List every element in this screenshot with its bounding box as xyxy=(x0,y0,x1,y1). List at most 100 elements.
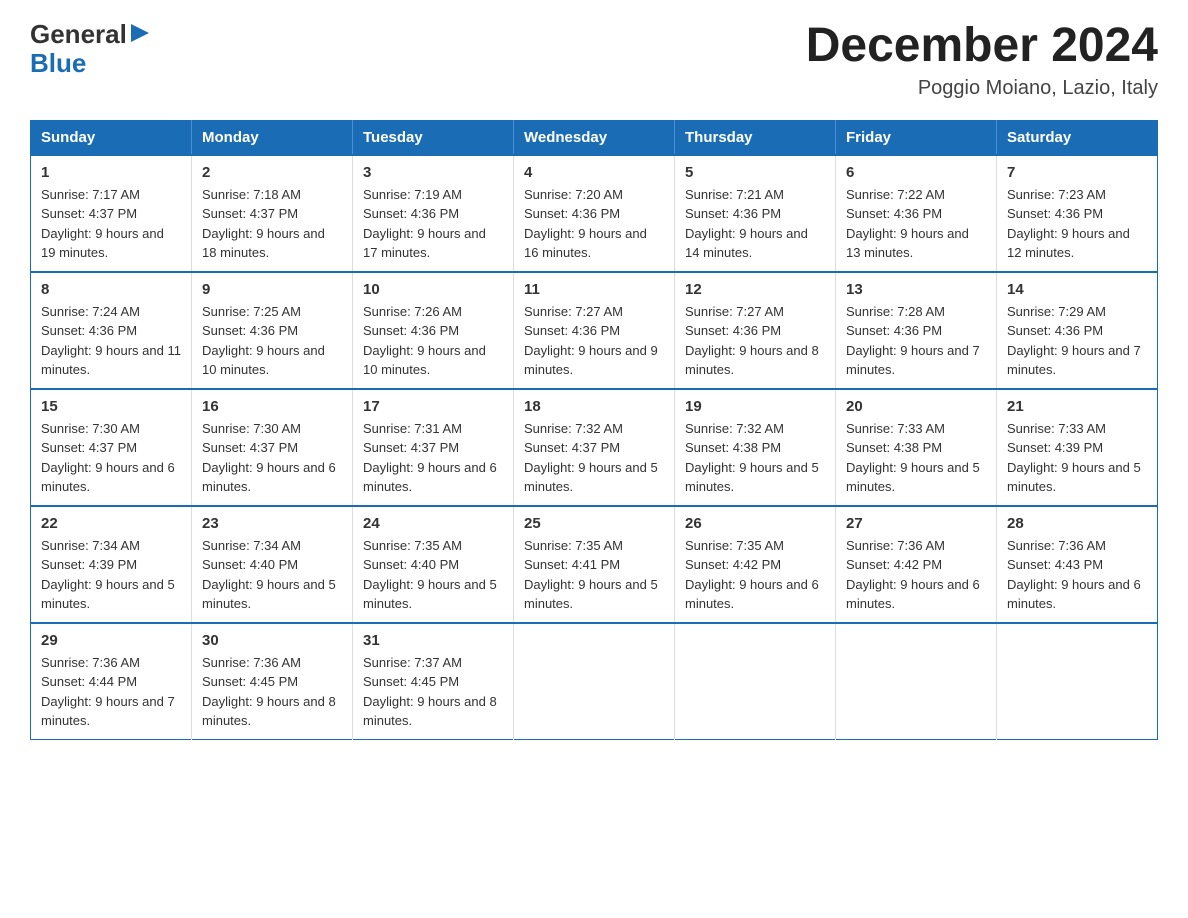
daylight-label: Daylight: 9 hours and 5 minutes. xyxy=(685,460,819,495)
day-info: Sunrise: 7:36 AM Sunset: 4:44 PM Dayligh… xyxy=(41,653,181,731)
day-info: Sunrise: 7:37 AM Sunset: 4:45 PM Dayligh… xyxy=(363,653,503,731)
calendar-cell: 7 Sunrise: 7:23 AM Sunset: 4:36 PM Dayli… xyxy=(997,155,1158,272)
day-info: Sunrise: 7:23 AM Sunset: 4:36 PM Dayligh… xyxy=(1007,185,1147,263)
daylight-label: Daylight: 9 hours and 6 minutes. xyxy=(846,577,980,612)
sunrise-label: Sunrise: 7:32 AM xyxy=(524,421,623,436)
sunrise-label: Sunrise: 7:26 AM xyxy=(363,304,462,319)
weekday-header-sunday: Sunday xyxy=(31,120,192,155)
daylight-label: Daylight: 9 hours and 5 minutes. xyxy=(363,577,497,612)
day-number: 16 xyxy=(202,398,342,415)
sunset-label: Sunset: 4:39 PM xyxy=(41,557,137,572)
sunset-label: Sunset: 4:36 PM xyxy=(685,323,781,338)
day-number: 7 xyxy=(1007,164,1147,181)
calendar-cell: 23 Sunrise: 7:34 AM Sunset: 4:40 PM Dayl… xyxy=(192,506,353,623)
day-number: 4 xyxy=(524,164,664,181)
sunset-label: Sunset: 4:36 PM xyxy=(363,323,459,338)
day-number: 19 xyxy=(685,398,825,415)
daylight-label: Daylight: 9 hours and 7 minutes. xyxy=(41,694,175,729)
sunrise-label: Sunrise: 7:32 AM xyxy=(685,421,784,436)
sunrise-label: Sunrise: 7:28 AM xyxy=(846,304,945,319)
sunrise-label: Sunrise: 7:19 AM xyxy=(363,187,462,202)
daylight-label: Daylight: 9 hours and 10 minutes. xyxy=(363,343,486,378)
daylight-label: Daylight: 9 hours and 14 minutes. xyxy=(685,226,808,261)
day-info: Sunrise: 7:31 AM Sunset: 4:37 PM Dayligh… xyxy=(363,419,503,497)
day-info: Sunrise: 7:30 AM Sunset: 4:37 PM Dayligh… xyxy=(41,419,181,497)
daylight-label: Daylight: 9 hours and 8 minutes. xyxy=(202,694,336,729)
day-number: 31 xyxy=(363,632,503,649)
calendar-week-row: 1 Sunrise: 7:17 AM Sunset: 4:37 PM Dayli… xyxy=(31,155,1158,272)
day-number: 21 xyxy=(1007,398,1147,415)
sunset-label: Sunset: 4:36 PM xyxy=(202,323,298,338)
day-info: Sunrise: 7:19 AM Sunset: 4:36 PM Dayligh… xyxy=(363,185,503,263)
sunrise-label: Sunrise: 7:33 AM xyxy=(1007,421,1106,436)
sunrise-label: Sunrise: 7:24 AM xyxy=(41,304,140,319)
day-number: 17 xyxy=(363,398,503,415)
sunrise-label: Sunrise: 7:17 AM xyxy=(41,187,140,202)
day-info: Sunrise: 7:28 AM Sunset: 4:36 PM Dayligh… xyxy=(846,302,986,380)
day-number: 23 xyxy=(202,515,342,532)
calendar-cell: 10 Sunrise: 7:26 AM Sunset: 4:36 PM Dayl… xyxy=(353,272,514,389)
daylight-label: Daylight: 9 hours and 6 minutes. xyxy=(1007,577,1141,612)
day-info: Sunrise: 7:33 AM Sunset: 4:38 PM Dayligh… xyxy=(846,419,986,497)
daylight-label: Daylight: 9 hours and 5 minutes. xyxy=(524,577,658,612)
sunset-label: Sunset: 4:38 PM xyxy=(685,440,781,455)
calendar-cell: 4 Sunrise: 7:20 AM Sunset: 4:36 PM Dayli… xyxy=(514,155,675,272)
day-number: 14 xyxy=(1007,281,1147,298)
sunset-label: Sunset: 4:36 PM xyxy=(524,323,620,338)
day-number: 2 xyxy=(202,164,342,181)
sunset-label: Sunset: 4:37 PM xyxy=(363,440,459,455)
calendar-cell: 29 Sunrise: 7:36 AM Sunset: 4:44 PM Dayl… xyxy=(31,623,192,740)
logo-blue-text: Blue xyxy=(30,49,86,78)
calendar-cell: 25 Sunrise: 7:35 AM Sunset: 4:41 PM Dayl… xyxy=(514,506,675,623)
daylight-label: Daylight: 9 hours and 18 minutes. xyxy=(202,226,325,261)
day-info: Sunrise: 7:30 AM Sunset: 4:37 PM Dayligh… xyxy=(202,419,342,497)
sunset-label: Sunset: 4:37 PM xyxy=(41,440,137,455)
sunrise-label: Sunrise: 7:25 AM xyxy=(202,304,301,319)
sunrise-label: Sunrise: 7:23 AM xyxy=(1007,187,1106,202)
sunset-label: Sunset: 4:36 PM xyxy=(1007,206,1103,221)
sunset-label: Sunset: 4:36 PM xyxy=(363,206,459,221)
calendar-cell: 9 Sunrise: 7:25 AM Sunset: 4:36 PM Dayli… xyxy=(192,272,353,389)
day-number: 26 xyxy=(685,515,825,532)
calendar-cell: 31 Sunrise: 7:37 AM Sunset: 4:45 PM Dayl… xyxy=(353,623,514,740)
calendar-cell: 22 Sunrise: 7:34 AM Sunset: 4:39 PM Dayl… xyxy=(31,506,192,623)
weekday-header-tuesday: Tuesday xyxy=(353,120,514,155)
calendar-cell: 30 Sunrise: 7:36 AM Sunset: 4:45 PM Dayl… xyxy=(192,623,353,740)
sunset-label: Sunset: 4:43 PM xyxy=(1007,557,1103,572)
day-number: 1 xyxy=(41,164,181,181)
calendar-cell: 3 Sunrise: 7:19 AM Sunset: 4:36 PM Dayli… xyxy=(353,155,514,272)
day-info: Sunrise: 7:35 AM Sunset: 4:42 PM Dayligh… xyxy=(685,536,825,614)
calendar-cell: 12 Sunrise: 7:27 AM Sunset: 4:36 PM Dayl… xyxy=(675,272,836,389)
weekday-header-saturday: Saturday xyxy=(997,120,1158,155)
sunrise-label: Sunrise: 7:34 AM xyxy=(202,538,301,553)
day-number: 6 xyxy=(846,164,986,181)
day-number: 15 xyxy=(41,398,181,415)
daylight-label: Daylight: 9 hours and 16 minutes. xyxy=(524,226,647,261)
calendar-week-row: 8 Sunrise: 7:24 AM Sunset: 4:36 PM Dayli… xyxy=(31,272,1158,389)
sunset-label: Sunset: 4:44 PM xyxy=(41,674,137,689)
sunset-label: Sunset: 4:40 PM xyxy=(202,557,298,572)
calendar-cell: 21 Sunrise: 7:33 AM Sunset: 4:39 PM Dayl… xyxy=(997,389,1158,506)
sunrise-label: Sunrise: 7:18 AM xyxy=(202,187,301,202)
calendar-cell: 1 Sunrise: 7:17 AM Sunset: 4:37 PM Dayli… xyxy=(31,155,192,272)
day-info: Sunrise: 7:26 AM Sunset: 4:36 PM Dayligh… xyxy=(363,302,503,380)
day-number: 12 xyxy=(685,281,825,298)
sunrise-label: Sunrise: 7:30 AM xyxy=(41,421,140,436)
day-number: 13 xyxy=(846,281,986,298)
calendar-cell: 6 Sunrise: 7:22 AM Sunset: 4:36 PM Dayli… xyxy=(836,155,997,272)
daylight-label: Daylight: 9 hours and 5 minutes. xyxy=(524,460,658,495)
sunset-label: Sunset: 4:36 PM xyxy=(846,206,942,221)
calendar-cell: 24 Sunrise: 7:35 AM Sunset: 4:40 PM Dayl… xyxy=(353,506,514,623)
weekday-header-friday: Friday xyxy=(836,120,997,155)
sunset-label: Sunset: 4:37 PM xyxy=(524,440,620,455)
calendar-cell xyxy=(997,623,1158,740)
day-info: Sunrise: 7:18 AM Sunset: 4:37 PM Dayligh… xyxy=(202,185,342,263)
day-info: Sunrise: 7:22 AM Sunset: 4:36 PM Dayligh… xyxy=(846,185,986,263)
sunset-label: Sunset: 4:36 PM xyxy=(41,323,137,338)
calendar-week-row: 29 Sunrise: 7:36 AM Sunset: 4:44 PM Dayl… xyxy=(31,623,1158,740)
calendar-cell: 26 Sunrise: 7:35 AM Sunset: 4:42 PM Dayl… xyxy=(675,506,836,623)
calendar-cell: 17 Sunrise: 7:31 AM Sunset: 4:37 PM Dayl… xyxy=(353,389,514,506)
day-info: Sunrise: 7:36 AM Sunset: 4:42 PM Dayligh… xyxy=(846,536,986,614)
weekday-header-wednesday: Wednesday xyxy=(514,120,675,155)
logo: General Blue xyxy=(30,20,151,77)
